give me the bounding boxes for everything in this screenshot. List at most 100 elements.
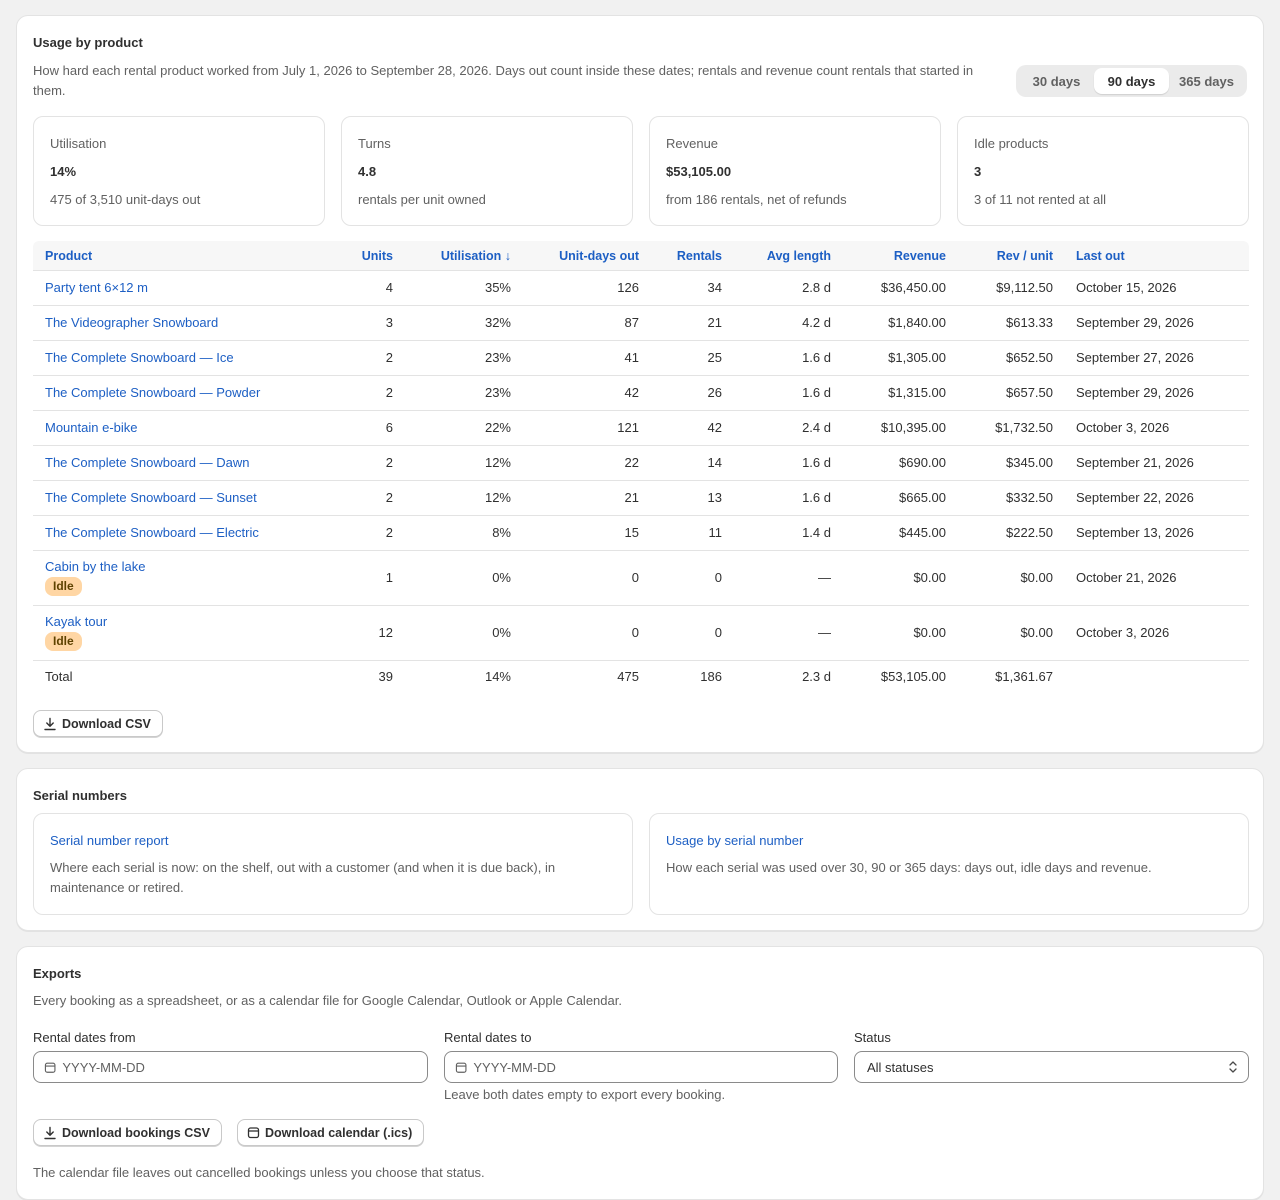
utilisation-cell: 23% <box>484 350 511 365</box>
product-link[interactable]: The Complete Snowboard — Powder <box>45 385 260 400</box>
unit-days-out-cell: 42 <box>624 385 639 400</box>
rev-per-unit-cell: $613.33 <box>1006 315 1053 330</box>
col-unit-days-out[interactable]: Unit-days out <box>559 241 639 271</box>
last-out-cell: October 3, 2026 <box>1076 625 1170 640</box>
to-date-field <box>444 1051 838 1083</box>
download-calendar-label: Download calendar (.ics) <box>265 1125 413 1140</box>
product-link[interactable]: The Complete Snowboard — Ice <box>45 350 234 365</box>
status-select-value: All statuses <box>867 1059 934 1075</box>
utilisation-cell: 32% <box>484 315 511 330</box>
product-link[interactable]: Mountain e-bike <box>45 420 138 435</box>
stat-value: 4.8 <box>358 164 377 179</box>
calendar-icon <box>455 1062 467 1073</box>
utilisation-cell: 22% <box>484 420 511 435</box>
revenue-cell: $0.00 <box>913 625 946 640</box>
rev-per-unit-cell: $652.50 <box>1006 350 1053 365</box>
download-bookings-csv-label: Download bookings CSV <box>62 1125 210 1140</box>
last-out-cell: September 13, 2026 <box>1076 525 1194 540</box>
col-avg-length[interactable]: Avg length <box>767 241 831 271</box>
stat-value: $53,105.00 <box>666 164 732 179</box>
product-link[interactable]: Party tent 6×12 m <box>45 280 148 295</box>
product-link[interactable]: The Complete Snowboard — Electric <box>45 525 259 540</box>
serial-report-link[interactable]: Serial number report <box>50 833 169 848</box>
units-cell: 2 <box>385 490 393 505</box>
rentals-cell: 42 <box>707 420 722 435</box>
units-cell: 3 <box>385 315 393 330</box>
from-date-input[interactable] <box>62 1059 417 1075</box>
to-date-input[interactable] <box>473 1059 827 1075</box>
units-cell: 6 <box>385 420 393 435</box>
stat-label: Revenue <box>666 136 719 151</box>
calendar-icon <box>247 1127 260 1139</box>
unit-days-out-cell: 15 <box>624 525 639 540</box>
exports-description: Every booking as a spreadsheet, or as a … <box>33 993 622 1008</box>
stat-label: Idle products <box>974 136 1049 151</box>
stat-sub: 475 of 3,510 unit-days out <box>50 192 201 207</box>
units-cell: 2 <box>385 350 393 365</box>
avg-length-cell: 1.6 d <box>802 455 831 470</box>
download-bookings-csv-button[interactable]: Download bookings CSV <box>33 1119 222 1146</box>
utilisation-cell: 0% <box>492 570 511 585</box>
unit-days-out-cell: 22 <box>624 455 639 470</box>
table-row: The Complete Snowboard — Sunset 2 12% 21 13 1… <box>33 481 1249 516</box>
revenue-cell: $1,840.00 <box>888 315 946 330</box>
product-cell: The Complete Snowboard — Powder <box>45 385 260 400</box>
dates-help-text: Leave both dates empty to export every b… <box>444 1087 726 1102</box>
utilisation-cell: 8% <box>492 525 511 540</box>
avg-length-cell: 1.4 d <box>802 525 831 540</box>
col-product[interactable]: Product <box>45 241 92 271</box>
col-utilisation[interactable]: Utilisation ↓ <box>441 241 511 271</box>
usage-by-serial-link[interactable]: Usage by serial number <box>666 833 803 848</box>
total-label: Total <box>45 669 73 684</box>
stat-value: 3 <box>974 164 982 179</box>
total-avg-length: 2.3 d <box>802 669 831 684</box>
col-units[interactable]: Units <box>362 241 393 271</box>
download-csv-button[interactable]: Download CSV <box>33 710 163 737</box>
download-calendar-button[interactable]: Download calendar (.ics) <box>237 1119 425 1146</box>
range-30-days[interactable]: 30 days <box>1019 68 1094 94</box>
unit-days-out-cell: 41 <box>624 350 639 365</box>
col-rev-per-unit[interactable]: Rev / unit <box>997 241 1053 271</box>
table-row: The Complete Snowboard — Powder 2 23% 42 26 1… <box>33 376 1249 411</box>
product-cell: The Complete Snowboard — Electric <box>45 525 259 540</box>
range-365-days[interactable]: 365 days <box>1169 68 1244 94</box>
table-row: The Videographer Snowboard 3 32% 87 21 4.2 d $… <box>33 306 1249 341</box>
from-date-field <box>33 1051 428 1083</box>
total-unit-days-out: 475 <box>617 669 639 684</box>
unit-days-out-cell: 121 <box>617 420 639 435</box>
col-rentals[interactable]: Rentals <box>677 241 722 271</box>
status-select[interactable]: All statuses <box>854 1051 1249 1083</box>
last-out-cell: September 27, 2026 <box>1076 350 1194 365</box>
revenue-cell: $10,395.00 <box>880 420 946 435</box>
units-cell: 12 <box>378 625 393 640</box>
exports-card: Exports Every booking as a spreadsheet, … <box>16 946 1264 1200</box>
avg-length-cell: 1.6 d <box>802 350 831 365</box>
total-rentals: 186 <box>700 669 722 684</box>
rentals-cell: 13 <box>707 490 722 505</box>
table-row: Mountain e-bike 6 22% 121 42 2.4 d $10,395.00 $… <box>33 411 1249 446</box>
col-revenue[interactable]: Revenue <box>894 241 946 271</box>
usage-by-product-card: Usage by product How hard each rental pr… <box>16 15 1264 753</box>
serial-title: Serial numbers <box>33 788 127 803</box>
table-header: Product Units Utilisation ↓ Unit-days ou… <box>33 241 1249 271</box>
range-90-days[interactable]: 90 days <box>1094 68 1169 94</box>
product-link[interactable]: The Complete Snowboard — Dawn <box>45 455 250 470</box>
product-link[interactable]: The Videographer Snowboard <box>45 315 218 330</box>
unit-days-out-cell: 87 <box>624 315 639 330</box>
col-last-out[interactable]: Last out <box>1076 241 1125 271</box>
last-out-cell: October 15, 2026 <box>1076 280 1177 295</box>
product-link[interactable]: Cabin by the lake <box>45 559 145 574</box>
rentals-cell: 11 <box>708 525 723 540</box>
product-link[interactable]: Kayak tour <box>45 614 107 629</box>
rev-per-unit-cell: $222.50 <box>1006 525 1053 540</box>
revenue-cell: $690.00 <box>899 455 946 470</box>
avg-length-cell: 1.6 d <box>802 385 831 400</box>
serial-report-text: Where each serial is now: on the shelf, … <box>50 860 556 895</box>
product-link[interactable]: The Complete Snowboard — Sunset <box>45 490 257 505</box>
rentals-cell: 34 <box>707 280 722 295</box>
total-units: 39 <box>378 669 393 684</box>
idle-badge: Idle <box>45 632 82 651</box>
stat-label: Utilisation <box>50 136 107 151</box>
rentals-cell: 0 <box>714 570 722 585</box>
status-label: Status <box>854 1030 891 1045</box>
